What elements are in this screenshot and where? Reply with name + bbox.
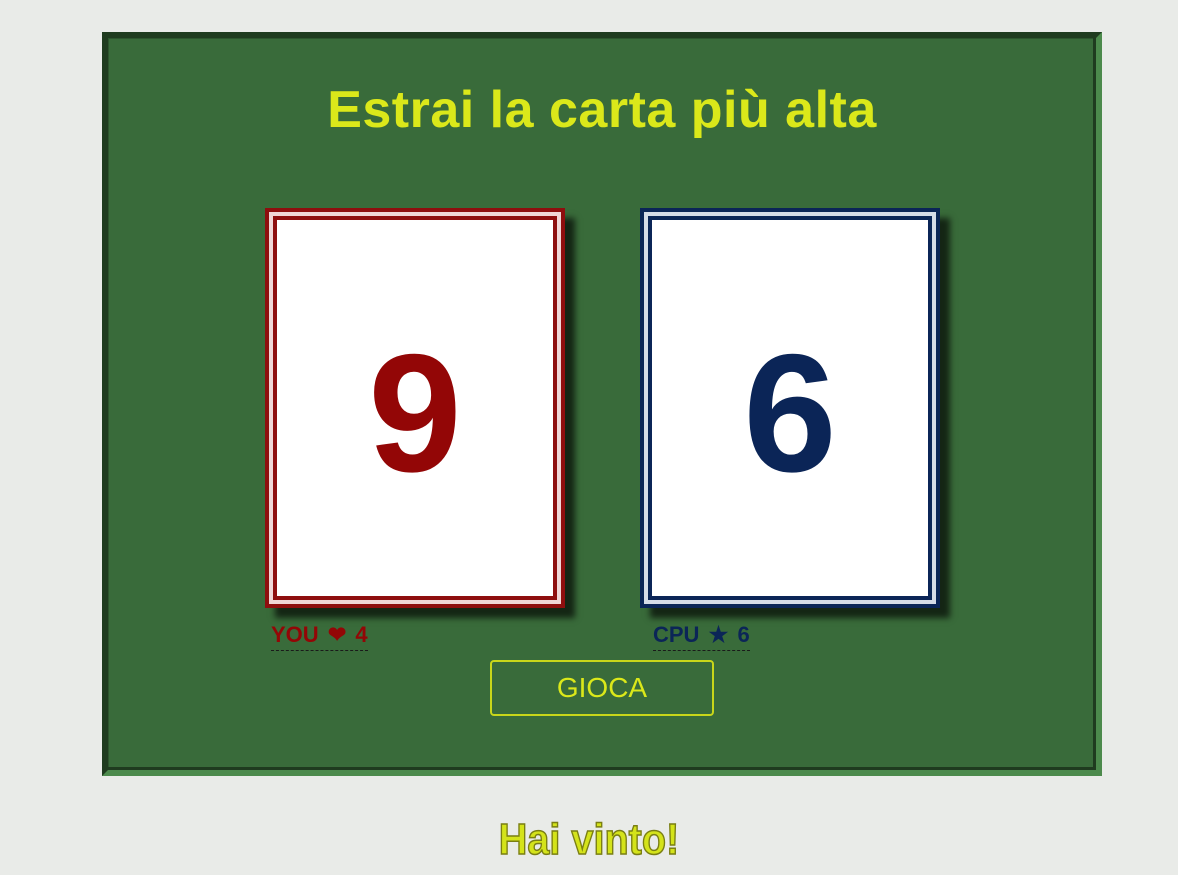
- game-title: Estrai la carta più alta: [327, 81, 877, 139]
- cpu-card-face: 6: [648, 216, 932, 600]
- cpu-card-value: 6: [743, 319, 837, 507]
- result-message: Hai vinto!: [498, 815, 680, 864]
- player-score-label: YOU: [271, 622, 319, 647]
- player-score: YOU ❤ 4: [271, 622, 368, 651]
- heart-icon: ❤: [327, 622, 347, 647]
- cpu-score: CPU ★ 6: [653, 622, 750, 651]
- player-card-value: 9: [368, 319, 462, 507]
- star-icon: ★: [708, 622, 729, 647]
- cpu-card: 6: [640, 208, 940, 608]
- cpu-score-value: 6: [737, 622, 750, 647]
- player-card: 9: [265, 208, 565, 608]
- play-button[interactable]: GIOCA: [490, 660, 714, 716]
- player-score-value: 4: [355, 622, 368, 647]
- player-card-face: 9: [273, 216, 557, 600]
- game-table: Estrai la carta più alta 9 6 YOU ❤ 4 CPU…: [102, 32, 1102, 776]
- cpu-score-label: CPU: [653, 622, 700, 647]
